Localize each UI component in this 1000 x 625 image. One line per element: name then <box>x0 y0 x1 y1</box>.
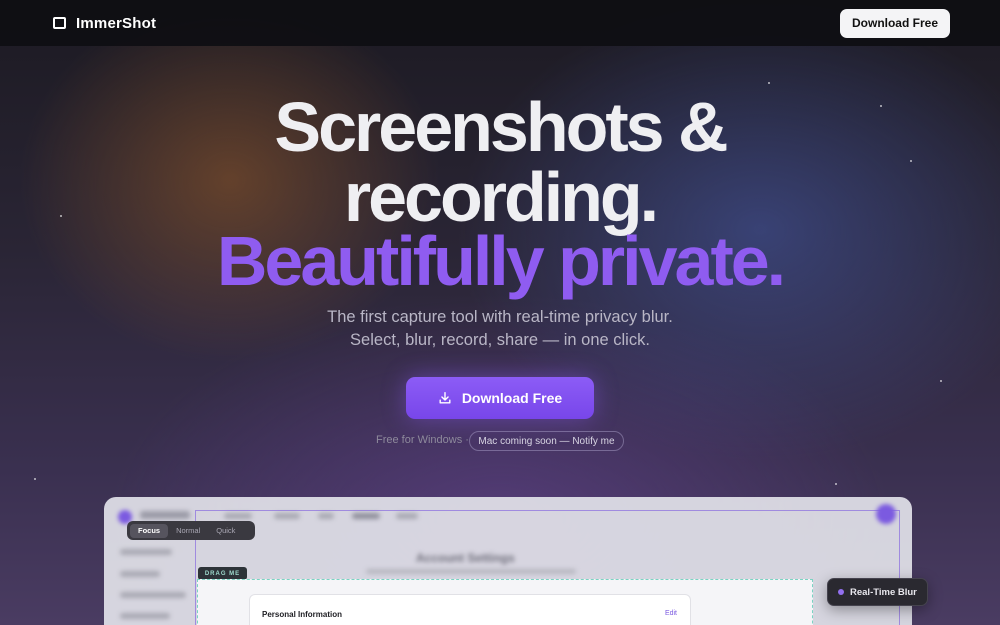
brand-name: ImmerShot <box>76 14 157 32</box>
square-outline-icon <box>53 17 66 29</box>
status-dot-icon <box>838 589 844 595</box>
edit-link[interactable]: Edit <box>665 610 677 617</box>
preview-nav-text <box>140 511 190 519</box>
hero-heading-line-3: Beautifully private. <box>216 222 786 300</box>
top-bar: ImmerShot Download Free <box>0 0 1000 46</box>
preview-sidebar-item <box>120 613 170 619</box>
personal-info-card: Personal Information Edit <box>249 594 691 625</box>
star <box>835 483 837 485</box>
real-time-blur-badge: Real-Time Blur <box>827 578 928 606</box>
star <box>768 82 770 84</box>
hero-subtitle-2: Select, blur, record, share — in one cli… <box>350 331 650 349</box>
star <box>34 478 36 480</box>
preview-sidebar-item <box>120 549 172 555</box>
mode-focus[interactable]: Focus <box>130 523 169 538</box>
hero-subtitle-1: The first capture tool with real-time pr… <box>327 308 673 326</box>
brand[interactable]: ImmerShot <box>53 15 156 32</box>
download-icon <box>439 392 451 404</box>
hero-download-label: Download Free <box>461 390 563 406</box>
mode-normal[interactable]: Normal <box>168 524 208 538</box>
mac-notify-pill[interactable]: Mac coming soon — Notify me <box>469 431 624 451</box>
personal-info-title: Personal Information <box>262 610 343 619</box>
download-free-button[interactable]: Download Free <box>840 8 950 38</box>
star <box>940 380 942 382</box>
hero-download-button[interactable]: Download Free <box>406 377 594 419</box>
free-for-windows-note: Free for Windows · <box>376 434 469 446</box>
capture-mode-switch: Focus Normal Quick <box>127 521 255 540</box>
real-time-blur-label: Real-Time Blur <box>850 586 917 598</box>
preview-sidebar-item <box>120 571 160 577</box>
mode-quick[interactable]: Quick <box>208 524 243 538</box>
preview-sidebar-item <box>120 592 186 598</box>
hero-heading-line-1: Screenshots & <box>274 88 728 166</box>
